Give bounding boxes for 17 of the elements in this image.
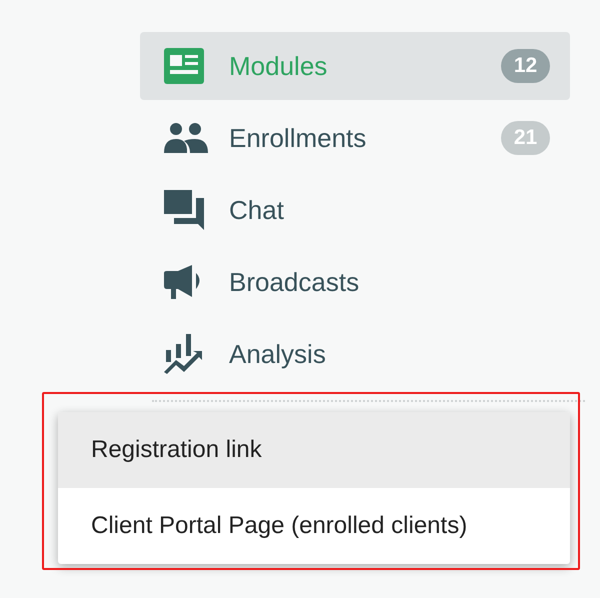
nav-label: Analysis — [229, 338, 327, 370]
sidebar-item[interactable]: Chat — [140, 176, 570, 244]
sidebar-item[interactable]: Analysis — [140, 320, 570, 388]
chat-icon — [164, 190, 204, 230]
chart-icon — [164, 334, 204, 374]
count-badge: 21 — [501, 121, 550, 155]
sidebar-item[interactable]: Enrollments 21 — [140, 104, 570, 172]
count-badge: 12 — [501, 49, 550, 83]
nav-label: Modules — [229, 50, 328, 82]
menu-item[interactable]: Registration link — [58, 412, 570, 488]
nav-label: Broadcasts — [229, 266, 360, 298]
sidebar-item[interactable]: Broadcasts — [140, 248, 570, 316]
people-icon — [164, 123, 208, 153]
nav-label: Enrollments — [229, 122, 368, 154]
menu-item[interactable]: Client Portal Page (enrolled clients) — [58, 488, 570, 564]
nav-label: Chat — [229, 194, 285, 226]
newspaper-icon — [164, 48, 204, 84]
